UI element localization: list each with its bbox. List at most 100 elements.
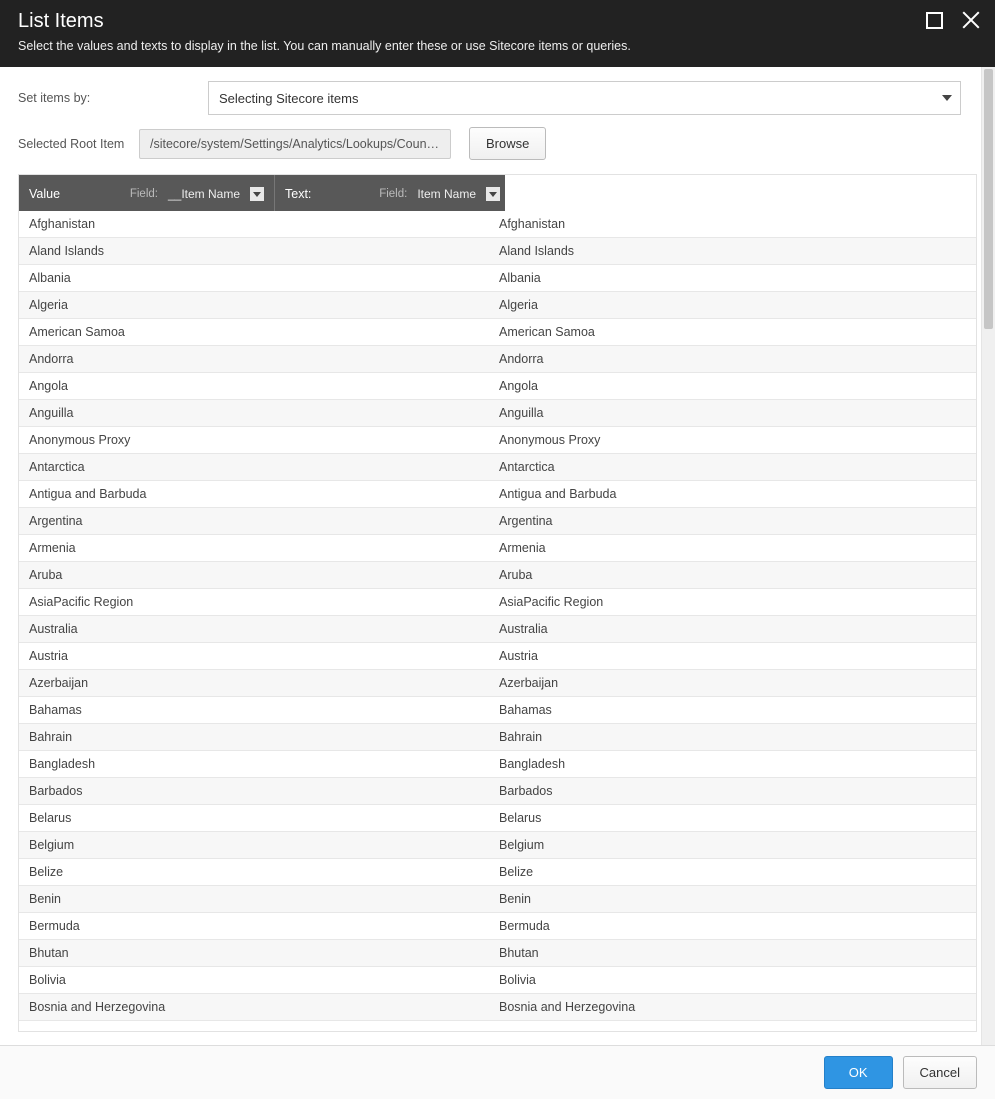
table-row[interactable]: ArubaAruba — [19, 562, 976, 589]
value-cell: Aruba — [19, 562, 489, 588]
text-cell: Anonymous Proxy — [489, 427, 976, 453]
value-cell: Armenia — [19, 535, 489, 561]
table-row[interactable]: AlbaniaAlbania — [19, 265, 976, 292]
table-row[interactable]: AndorraAndorra — [19, 346, 976, 373]
table-header: Value Field: __Item Name Text: Field: It… — [19, 175, 505, 211]
value-cell: Aland Islands — [19, 238, 489, 264]
table-row[interactable]: ArgentinaArgentina — [19, 508, 976, 535]
text-cell: Armenia — [489, 535, 976, 561]
scrollbar-thumb[interactable] — [984, 69, 993, 329]
value-column-header: Value — [29, 187, 60, 201]
table-row[interactable]: BelarusBelarus — [19, 805, 976, 832]
text-cell: Bolivia — [489, 967, 976, 993]
table-row[interactable]: BahamasBahamas — [19, 697, 976, 724]
close-icon[interactable] — [961, 10, 981, 30]
text-cell: Belize — [489, 859, 976, 885]
value-cell: AsiaPacific Region — [19, 589, 489, 615]
text-cell: Azerbaijan — [489, 670, 976, 696]
value-cell: Belgium — [19, 832, 489, 858]
text-cell: Bosnia and Herzegovina — [489, 994, 976, 1020]
text-cell: Antigua and Barbuda — [489, 481, 976, 507]
table-row[interactable]: BelgiumBelgium — [19, 832, 976, 859]
table-row[interactable]: BeninBenin — [19, 886, 976, 913]
scrollbar-track[interactable] — [981, 67, 995, 1045]
cancel-button[interactable]: Cancel — [903, 1056, 977, 1089]
value-cell: Afghanistan — [19, 211, 489, 237]
text-cell: Bermuda — [489, 913, 976, 939]
text-cell: Bahrain — [489, 724, 976, 750]
value-cell: Bahrain — [19, 724, 489, 750]
set-items-value: Selecting Sitecore items — [219, 91, 358, 106]
table-row[interactable]: AsiaPacific RegionAsiaPacific Region — [19, 589, 976, 616]
table-row[interactable]: AustraliaAustralia — [19, 616, 976, 643]
value-cell: Bhutan — [19, 940, 489, 966]
set-items-select[interactable]: Selecting Sitecore items — [208, 81, 961, 115]
text-cell: Belarus — [489, 805, 976, 831]
text-field-name: Item Name — [417, 187, 476, 201]
text-cell: Algeria — [489, 292, 976, 318]
text-cell: Barbados — [489, 778, 976, 804]
table-row[interactable]: BelizeBelize — [19, 859, 976, 886]
maximize-icon[interactable] — [926, 12, 943, 29]
items-table: Value Field: __Item Name Text: Field: It… — [18, 174, 977, 1032]
value-cell: Belize — [19, 859, 489, 885]
value-cell: Belarus — [19, 805, 489, 831]
text-field-dropdown-icon[interactable] — [486, 187, 500, 201]
chevron-down-icon — [942, 95, 952, 101]
value-cell: Bahamas — [19, 697, 489, 723]
table-row[interactable]: AfghanistanAfghanistan — [19, 211, 976, 238]
root-item-label: Selected Root Item — [18, 137, 135, 151]
text-cell: Argentina — [489, 508, 976, 534]
table-row[interactable]: AngolaAngola — [19, 373, 976, 400]
table-row[interactable]: AnguillaAnguilla — [19, 400, 976, 427]
table-row[interactable]: Anonymous ProxyAnonymous Proxy — [19, 427, 976, 454]
table-row[interactable]: Bosnia and HerzegovinaBosnia and Herzego… — [19, 994, 976, 1021]
table-row[interactable]: Aland IslandsAland Islands — [19, 238, 976, 265]
text-cell: Aruba — [489, 562, 976, 588]
browse-button[interactable]: Browse — [469, 127, 546, 160]
table-row[interactable]: BermudaBermuda — [19, 913, 976, 940]
dialog-subtitle: Select the values and texts to display i… — [18, 39, 977, 53]
value-cell: Bermuda — [19, 913, 489, 939]
text-cell: American Samoa — [489, 319, 976, 345]
value-cell: Bangladesh — [19, 751, 489, 777]
root-item-path: /sitecore/system/Settings/Analytics/Look… — [139, 129, 451, 159]
value-cell: Anguilla — [19, 400, 489, 426]
text-cell: Bahamas — [489, 697, 976, 723]
text-cell: Albania — [489, 265, 976, 291]
value-field-dropdown-icon[interactable] — [250, 187, 264, 201]
table-row[interactable]: Antigua and BarbudaAntigua and Barbuda — [19, 481, 976, 508]
table-row[interactable]: BoliviaBolivia — [19, 967, 976, 994]
text-cell: AsiaPacific Region — [489, 589, 976, 615]
text-cell: Antarctica — [489, 454, 976, 480]
value-cell: American Samoa — [19, 319, 489, 345]
table-row[interactable]: BahrainBahrain — [19, 724, 976, 751]
text-cell: Australia — [489, 616, 976, 642]
table-row[interactable]: BarbadosBarbados — [19, 778, 976, 805]
text-cell: Aland Islands — [489, 238, 976, 264]
text-cell: Anguilla — [489, 400, 976, 426]
dialog-body: Set items by: Selecting Sitecore items S… — [0, 67, 995, 1045]
text-column-header: Text: — [285, 187, 311, 201]
table-row[interactable]: AlgeriaAlgeria — [19, 292, 976, 319]
value-cell: Austria — [19, 643, 489, 669]
table-row[interactable]: American SamoaAmerican Samoa — [19, 319, 976, 346]
value-cell: Barbados — [19, 778, 489, 804]
table-body: AfghanistanAfghanistanAland IslandsAland… — [19, 211, 976, 1021]
ok-button[interactable]: OK — [824, 1056, 893, 1089]
table-row[interactable]: AustriaAustria — [19, 643, 976, 670]
value-cell: Argentina — [19, 508, 489, 534]
text-cell: Angola — [489, 373, 976, 399]
table-row[interactable]: AzerbaijanAzerbaijan — [19, 670, 976, 697]
value-cell: Anonymous Proxy — [19, 427, 489, 453]
value-cell: Algeria — [19, 292, 489, 318]
table-row[interactable]: ArmeniaArmenia — [19, 535, 976, 562]
table-row[interactable]: BhutanBhutan — [19, 940, 976, 967]
value-cell: Benin — [19, 886, 489, 912]
table-row[interactable]: AntarcticaAntarctica — [19, 454, 976, 481]
text-cell: Andorra — [489, 346, 976, 372]
value-cell: Antigua and Barbuda — [19, 481, 489, 507]
table-row[interactable]: BangladeshBangladesh — [19, 751, 976, 778]
value-cell: Bolivia — [19, 967, 489, 993]
value-cell: Australia — [19, 616, 489, 642]
